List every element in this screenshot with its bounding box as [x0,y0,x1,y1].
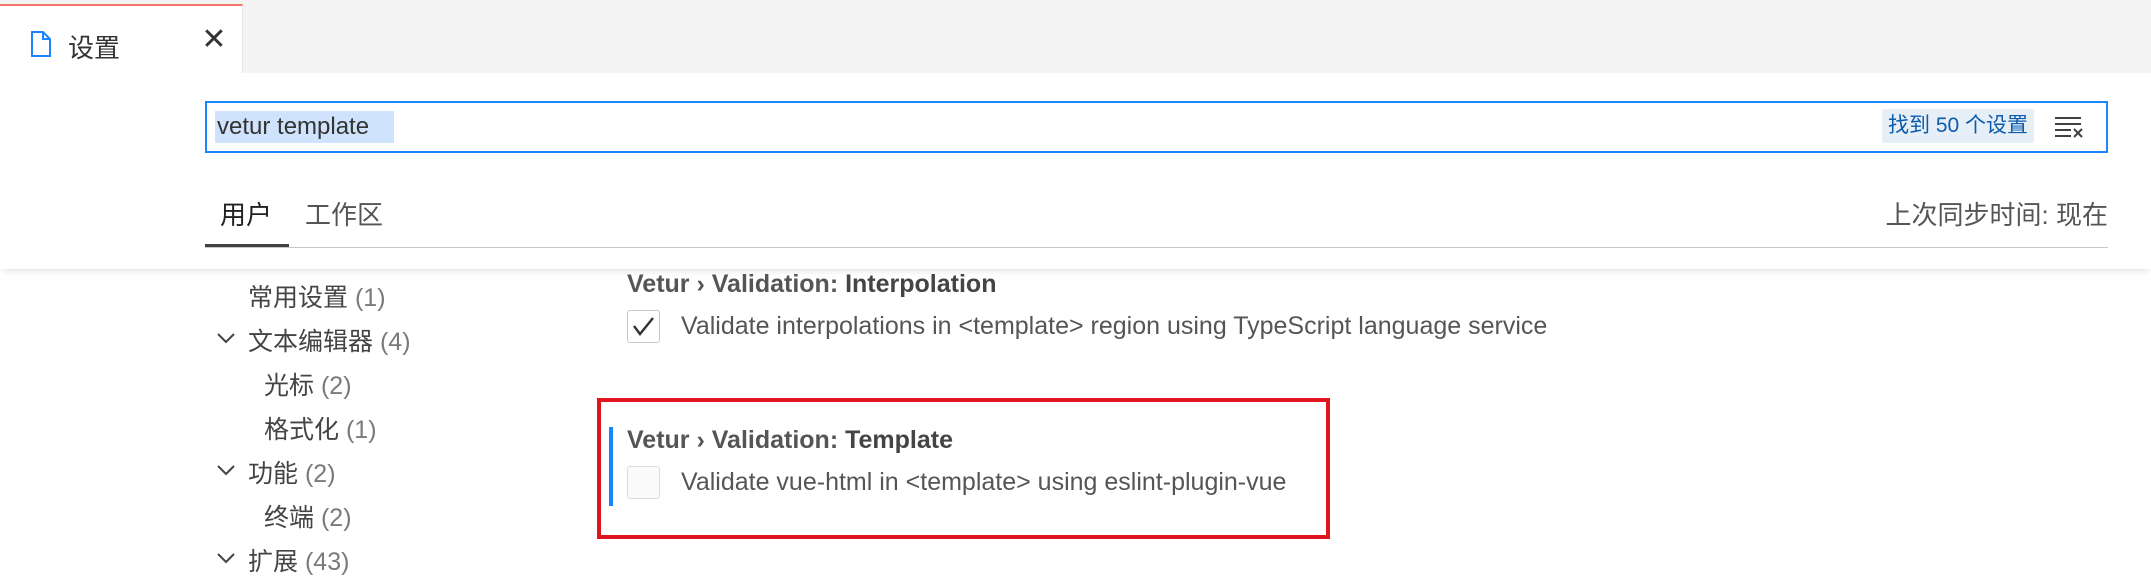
clear-filter-icon[interactable] [2053,113,2085,141]
setting-title-interpolation: Vetur › Validation: Interpolation [627,270,996,299]
chevron-down-icon[interactable] [215,547,237,569]
settings-tab[interactable]: 设置 ✕ [0,4,243,74]
setting-name: Interpolation [845,270,997,298]
toc-item-formatting[interactable]: 格式化 (1) [264,410,377,446]
annotation-highlight-box [597,398,1330,539]
toc-item-text-editor[interactable]: 文本编辑器 (4) [248,322,411,358]
toc-item-count: (4) [379,328,411,356]
settings-scope-tabs: 用户 工作区 上次同步时间: 现在 [205,185,2108,248]
toc-item-label: 格式化 [264,416,340,444]
toc-item-count: (2) [320,372,352,400]
toc-item-count: (43) [304,548,350,576]
interpolation-checkbox[interactable] [627,310,660,343]
search-input[interactable] [215,111,394,143]
settings-header: 找到 50 个设置 用户 工作区 上次同步时间: 现在 [0,73,2151,269]
tab-workspace[interactable]: 工作区 [305,195,383,232]
tab-user[interactable]: 用户 [220,195,272,232]
search-result-count: 找到 50 个设置 [1882,109,2035,143]
toc-item-label: 常用设置 [248,284,349,312]
setting-category: Vetur › Validation: [627,270,846,298]
toc-item-label: 文本编辑器 [248,328,374,356]
toc-item-extensions[interactable]: 扩展 (43) [248,542,349,578]
toc-item-count: (2) [320,504,352,532]
toc-item-label: 终端 [264,504,315,532]
close-icon[interactable]: ✕ [198,24,230,56]
toc-item-count: (1) [345,416,377,444]
toc-item-commonly-used[interactable]: 常用设置 (1) [248,278,386,314]
toc-item-cursor[interactable]: 光标 (2) [264,366,352,402]
tab-title: 设置 [68,33,121,63]
chevron-down-icon[interactable] [215,459,237,481]
settings-search-box[interactable]: 找到 50 个设置 [205,101,2108,153]
toc-item-terminal[interactable]: 终端 (2) [264,498,352,534]
toc-item-label: 功能 [248,460,299,488]
toc-item-features[interactable]: 功能 (2) [248,454,336,490]
file-icon [31,31,51,57]
active-tab-indicator [205,244,289,247]
setting-description: Validate interpolations in <template> re… [681,312,1548,340]
toc-item-label: 光标 [264,372,315,400]
toc-item-count: (2) [304,460,336,488]
toc-item-label: 扩展 [248,548,299,576]
editor-tab-bar: 设置 ✕ [0,0,2151,74]
checkmark-icon [633,317,654,336]
toc-item-count: (1) [354,284,386,312]
sync-status: 上次同步时间: 现在 [1885,200,2108,230]
chevron-down-icon[interactable] [215,327,237,349]
